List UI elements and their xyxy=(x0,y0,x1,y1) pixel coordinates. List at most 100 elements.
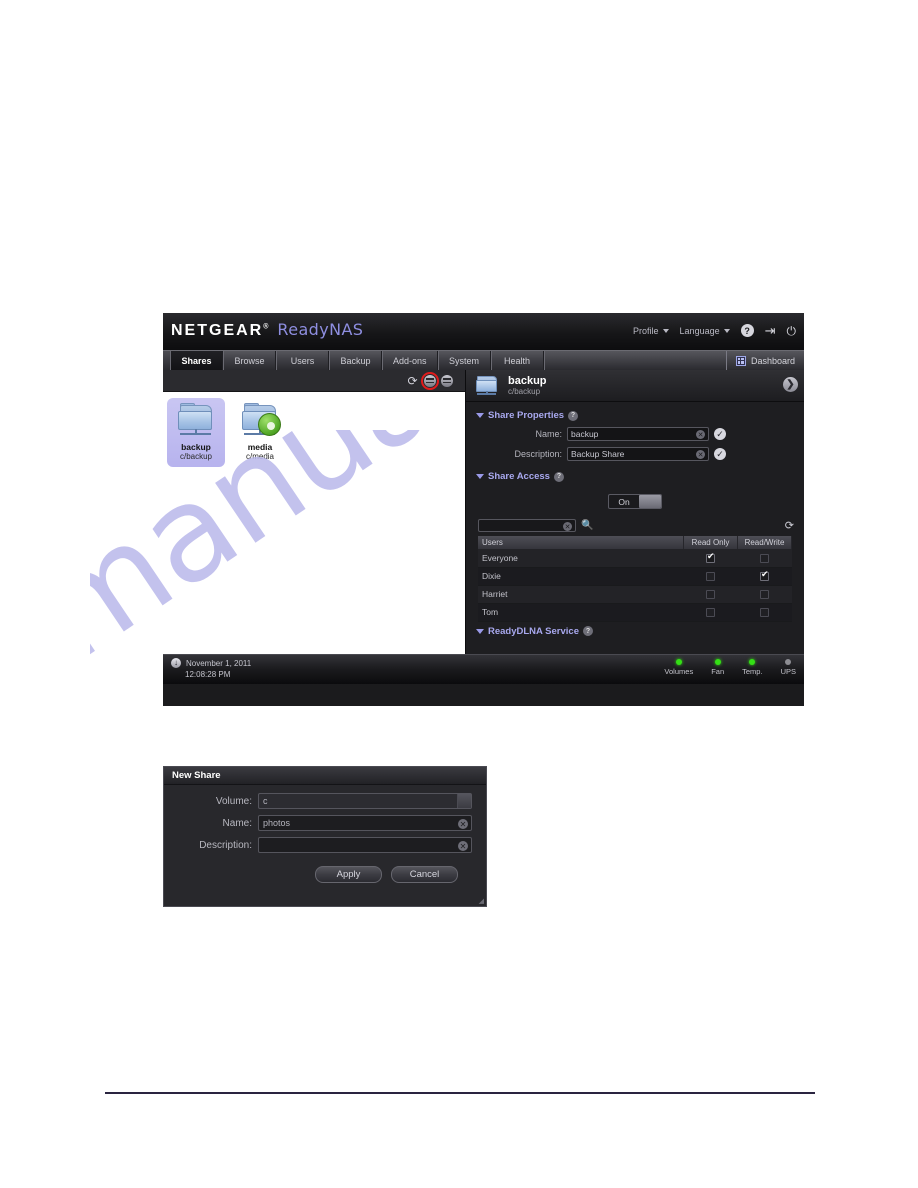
name-input[interactable]: photos ✕ xyxy=(258,815,472,831)
read-only-checkbox[interactable] xyxy=(706,608,715,618)
read-write-checkbox[interactable] xyxy=(760,553,769,563)
column-header-read-only[interactable]: Read Only xyxy=(683,536,738,549)
section-share-access-header[interactable]: Share Access ? xyxy=(466,471,804,482)
share-description-value: Backup Share xyxy=(571,449,625,459)
chevron-down-icon[interactable] xyxy=(457,794,471,808)
column-header-users[interactable]: Users xyxy=(478,536,684,549)
tab-backup[interactable]: Backup xyxy=(329,351,382,370)
description-label: Description: xyxy=(199,839,252,851)
read-write-cell[interactable] xyxy=(737,603,792,622)
share-access-toggle[interactable]: On xyxy=(608,494,662,509)
volume-select[interactable]: c xyxy=(258,793,472,809)
refresh-users-icon[interactable]: ⟳ xyxy=(785,519,794,532)
status-led-icon xyxy=(785,659,792,665)
description-input[interactable]: ✕ xyxy=(258,837,472,853)
tab-system[interactable]: System xyxy=(437,351,491,370)
clear-icon[interactable]: ✕ xyxy=(458,841,468,851)
section-readydlna-header[interactable]: ReadyDLNA Service ? xyxy=(466,622,804,637)
share-access-toggle-row: On xyxy=(466,488,804,519)
share-item-media[interactable]: media c/media xyxy=(231,398,289,467)
read-only-cell[interactable] xyxy=(683,585,738,604)
dashboard-button[interactable]: Dashboard xyxy=(725,351,804,370)
read-only-cell[interactable] xyxy=(683,567,738,586)
search-icon[interactable]: 🔍 xyxy=(581,520,593,531)
read-only-cell[interactable] xyxy=(683,549,738,568)
tab-health[interactable]: Health xyxy=(490,351,544,370)
collapse-triangle-icon xyxy=(476,474,484,479)
profile-menu[interactable]: Profile xyxy=(633,326,669,336)
collapse-triangle-icon xyxy=(476,413,484,418)
share-description-input[interactable]: Backup Share ✕ xyxy=(567,447,709,461)
users-search-row: ✕ 🔍 ⟳ xyxy=(466,519,804,536)
new-share-dialog-buttons: Apply Cancel xyxy=(164,859,472,883)
new-share-dialog-body: Volume: c Name: photos ✕ Description: ✕ … xyxy=(164,785,486,883)
app-body: ⟳ backup c/backup media c/media backup c… xyxy=(163,370,804,684)
clear-icon[interactable]: ✕ xyxy=(458,819,468,829)
users-search-input[interactable]: ✕ xyxy=(478,519,576,532)
resize-handle-icon[interactable]: ◢ xyxy=(479,897,484,905)
logout-icon[interactable]: ⇥ xyxy=(765,324,776,337)
share-item-backup[interactable]: backup c/backup xyxy=(167,398,225,467)
share-name-field-row: Name: backup ✕ ✓ xyxy=(466,427,804,441)
help-icon[interactable]: ? xyxy=(553,471,564,482)
read-write-checkbox[interactable] xyxy=(760,570,769,582)
share-description-field-row: Description: Backup Share ✕ ✓ xyxy=(466,447,804,461)
share-name-input[interactable]: backup ✕ xyxy=(567,427,709,441)
read-write-cell[interactable] xyxy=(737,585,792,604)
help-icon[interactable]: ? xyxy=(568,410,579,421)
read-only-checkbox[interactable] xyxy=(706,590,715,600)
netgear-wordmark: NETGEAR® xyxy=(171,322,271,339)
help-icon[interactable]: ? xyxy=(583,626,593,636)
folder-icon xyxy=(174,403,218,441)
new-share-icon[interactable] xyxy=(420,371,439,390)
status-indicators: Volumes Fan Temp. UPS xyxy=(664,659,796,676)
help-icon[interactable]: ? xyxy=(740,324,754,337)
status-indicator-fan[interactable]: Fan xyxy=(711,659,724,676)
refresh-shares-icon[interactable]: ⟳ xyxy=(406,374,419,387)
cancel-button[interactable]: Cancel xyxy=(391,866,458,883)
table-row[interactable]: Everyone xyxy=(478,549,792,568)
table-row[interactable]: Harriet xyxy=(478,585,792,604)
read-write-cell[interactable] xyxy=(737,567,792,586)
read-write-checkbox[interactable] xyxy=(760,608,769,618)
apply-button[interactable]: Apply xyxy=(315,866,382,883)
share-detail-title: backup xyxy=(508,374,547,387)
read-only-cell[interactable] xyxy=(683,603,738,622)
share-name-label: Name: xyxy=(535,429,562,439)
tab-users[interactable]: Users xyxy=(276,351,329,370)
status-indicator-volumes[interactable]: Volumes xyxy=(664,659,693,676)
read-only-checkbox[interactable] xyxy=(706,552,715,563)
status-indicator-ups[interactable]: UPS xyxy=(781,659,796,676)
download-icon[interactable]: ↓ xyxy=(171,658,181,668)
column-header-read-write[interactable]: Read/Write xyxy=(737,536,792,549)
power-icon[interactable]: ⏻ xyxy=(787,325,797,337)
dashboard-button-label: Dashboard xyxy=(750,355,795,366)
tab-browse[interactable]: Browse xyxy=(223,351,276,370)
share-detail-subtitle: c/backup xyxy=(508,386,541,396)
share-access-toggle-label: On xyxy=(618,496,630,507)
language-menu[interactable]: Language xyxy=(680,326,730,336)
clear-icon[interactable]: ✕ xyxy=(563,522,572,531)
table-header-row: Users Read Only Read/Write xyxy=(478,536,792,549)
delete-share-icon[interactable] xyxy=(440,374,453,387)
tab-add-ons[interactable]: Add-ons xyxy=(382,351,438,370)
clear-icon[interactable]: ✕ xyxy=(696,450,705,459)
confirm-description-icon[interactable]: ✓ xyxy=(714,448,726,460)
read-write-checkbox[interactable] xyxy=(760,590,769,600)
trademark-icon: ® xyxy=(263,323,271,331)
clear-icon[interactable]: ✕ xyxy=(696,430,705,439)
table-row[interactable]: Tom xyxy=(478,603,792,622)
section-title: ReadyDLNA Service xyxy=(488,625,579,637)
section-title: Share Properties xyxy=(488,410,565,421)
share-name: media xyxy=(247,442,273,452)
tab-shares[interactable]: Shares xyxy=(170,351,223,370)
read-write-cell[interactable] xyxy=(737,549,792,568)
confirm-name-icon[interactable]: ✓ xyxy=(714,428,726,440)
tab-bar-gutter xyxy=(163,351,170,370)
section-share-properties-header[interactable]: Share Properties ? xyxy=(466,410,804,421)
status-indicator-temp[interactable]: Temp. xyxy=(742,659,763,676)
app-header: NETGEAR® ReadyNAS Profile Language ? ⇥ ⏻ xyxy=(163,313,804,350)
table-row[interactable]: Dixie xyxy=(478,567,792,586)
next-share-icon[interactable]: ❯ xyxy=(783,377,798,392)
read-only-checkbox[interactable] xyxy=(706,572,715,582)
